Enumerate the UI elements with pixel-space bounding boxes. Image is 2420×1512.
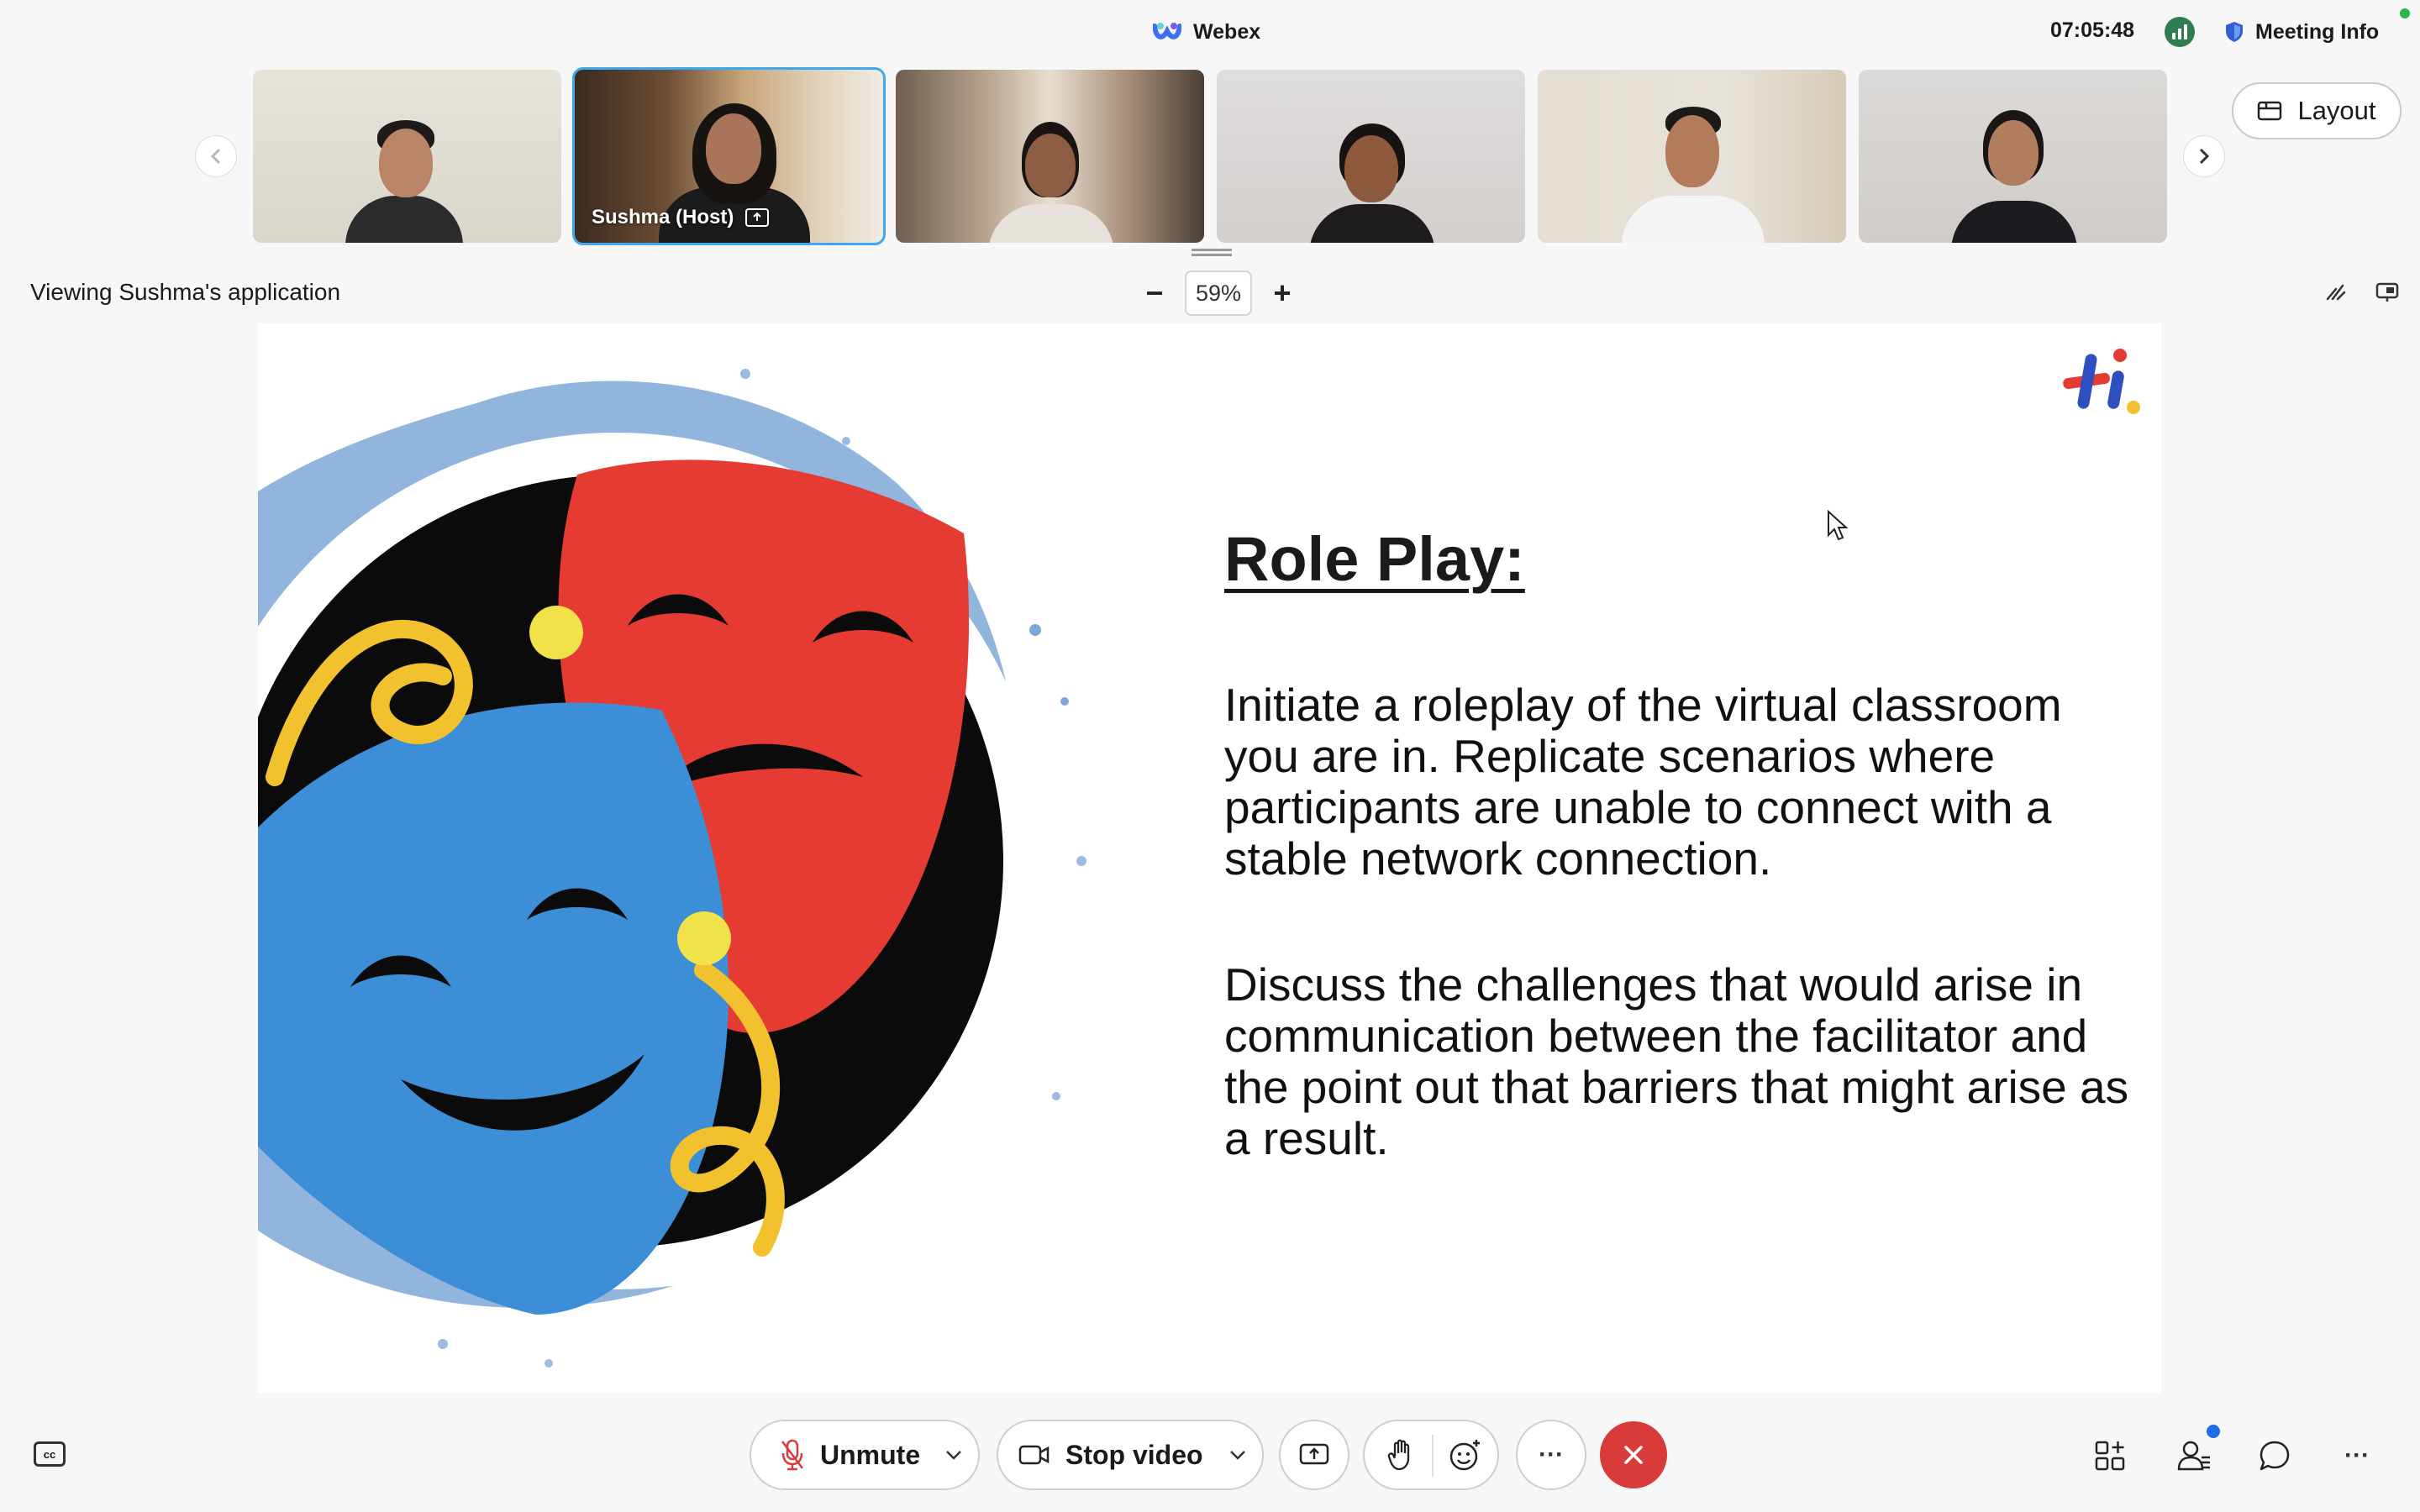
filmstrip-next-button[interactable] (2183, 135, 2225, 177)
slide-paragraph: Initiate a roleplay of the virtual class… (1224, 679, 2062, 885)
closed-captions-button[interactable]: cc (34, 1441, 66, 1467)
participant-tile[interactable] (1859, 70, 2167, 243)
status-dot (2400, 8, 2410, 18)
participant-tile[interactable] (1217, 70, 1525, 243)
meeting-info-label: Meeting Info (2255, 19, 2380, 44)
participants-icon (2177, 1441, 2210, 1471)
close-icon (1624, 1446, 1643, 1464)
participant-name: Sushma (Host) (592, 206, 734, 228)
sharing-icon (745, 208, 770, 227)
stop-video-button[interactable]: Stop video (997, 1420, 1264, 1490)
zoom-in-button[interactable]: + (1267, 276, 1297, 310)
shield-icon (2226, 22, 2243, 42)
chevron-down-icon[interactable] (944, 1449, 963, 1461)
filmstrip-resize-handle[interactable] (1192, 249, 1232, 256)
more-options-button[interactable]: ··· (1516, 1420, 1586, 1490)
participant-tile[interactable] (896, 70, 1204, 243)
chat-button[interactable] (2255, 1436, 2294, 1475)
chat-bubble-icon (2260, 1441, 2290, 1471)
reactions-emoji-icon[interactable] (1449, 1438, 1482, 1472)
share-content-button[interactable] (1279, 1420, 1349, 1490)
reactions-group (1363, 1420, 1499, 1490)
divider (1432, 1435, 1434, 1477)
unmute-button[interactable]: Unmute (750, 1420, 980, 1490)
participant-name-tag: Sushma (Host) (592, 206, 770, 229)
zoom-level[interactable]: 59% (1185, 270, 1252, 316)
theater-masks-image (258, 369, 1086, 1368)
chevron-down-icon[interactable] (1228, 1449, 1247, 1461)
stop-video-label: Stop video (1065, 1439, 1203, 1470)
meeting-clock: 07:05:48 (2050, 18, 2135, 42)
zoom-out-button[interactable]: − (1139, 276, 1170, 310)
video-camera-icon (1018, 1445, 1050, 1465)
viewing-status: Viewing Sushma's application (30, 279, 341, 305)
webex-meeting-window: Webex 07:05:48 Meeting Info Sushma (Host (0, 0, 2420, 1512)
top-bar: Webex 07:05:48 Meeting Info (0, 0, 2420, 64)
raise-hand-icon[interactable] (1386, 1438, 1417, 1472)
apps-grid-icon (2095, 1441, 2125, 1471)
app-name: Webex (1193, 19, 1261, 44)
participant-video (1988, 120, 2039, 186)
participants-button[interactable] (2175, 1436, 2213, 1475)
hi-brand-logo (2063, 349, 2140, 414)
app-title: Webex (1153, 17, 1260, 47)
participant-video (1025, 134, 1076, 197)
notification-badge (2207, 1425, 2220, 1438)
unmute-label: Unmute (820, 1439, 921, 1470)
share-screen-icon (1299, 1443, 1329, 1465)
meeting-info-button[interactable]: Meeting Info (2225, 17, 2379, 47)
pop-out-share-icon[interactable] (2375, 281, 2400, 304)
chevron-right-icon (2199, 148, 2210, 165)
participant-video (706, 113, 761, 184)
layout-label: Layout (2297, 96, 2376, 125)
participant-video (1344, 135, 1398, 202)
mouse-cursor-icon (1828, 510, 1849, 541)
apps-button[interactable] (2091, 1436, 2129, 1475)
slide-title: Role Play: (1224, 524, 1525, 594)
slide-paragraph: Discuss the challenges that would arise … (1224, 958, 2129, 1164)
filmstrip-prev-button[interactable] (195, 135, 237, 177)
participant-video (1665, 115, 1719, 187)
annotate-icon[interactable] (2324, 281, 2348, 304)
end-call-button[interactable] (1600, 1421, 1667, 1488)
layout-button[interactable]: Layout (2232, 82, 2402, 139)
participant-tile[interactable] (253, 70, 561, 243)
network-signal-icon[interactable] (2165, 17, 2195, 47)
overflow-menu-button[interactable]: ··· (2338, 1436, 2376, 1475)
shared-slide: Role Play: Initiate a roleplay of the vi… (258, 323, 2161, 1393)
participant-video (379, 129, 433, 197)
participant-tile-host[interactable]: Sushma (Host) (572, 67, 886, 245)
participant-tile[interactable] (1538, 70, 1846, 243)
layout-icon (2258, 101, 2282, 121)
chevron-left-icon (210, 148, 221, 165)
zoom-controls: − 59% + (1139, 270, 1297, 316)
webex-logo-icon (1153, 23, 1181, 39)
microphone-muted-icon (781, 1439, 803, 1471)
